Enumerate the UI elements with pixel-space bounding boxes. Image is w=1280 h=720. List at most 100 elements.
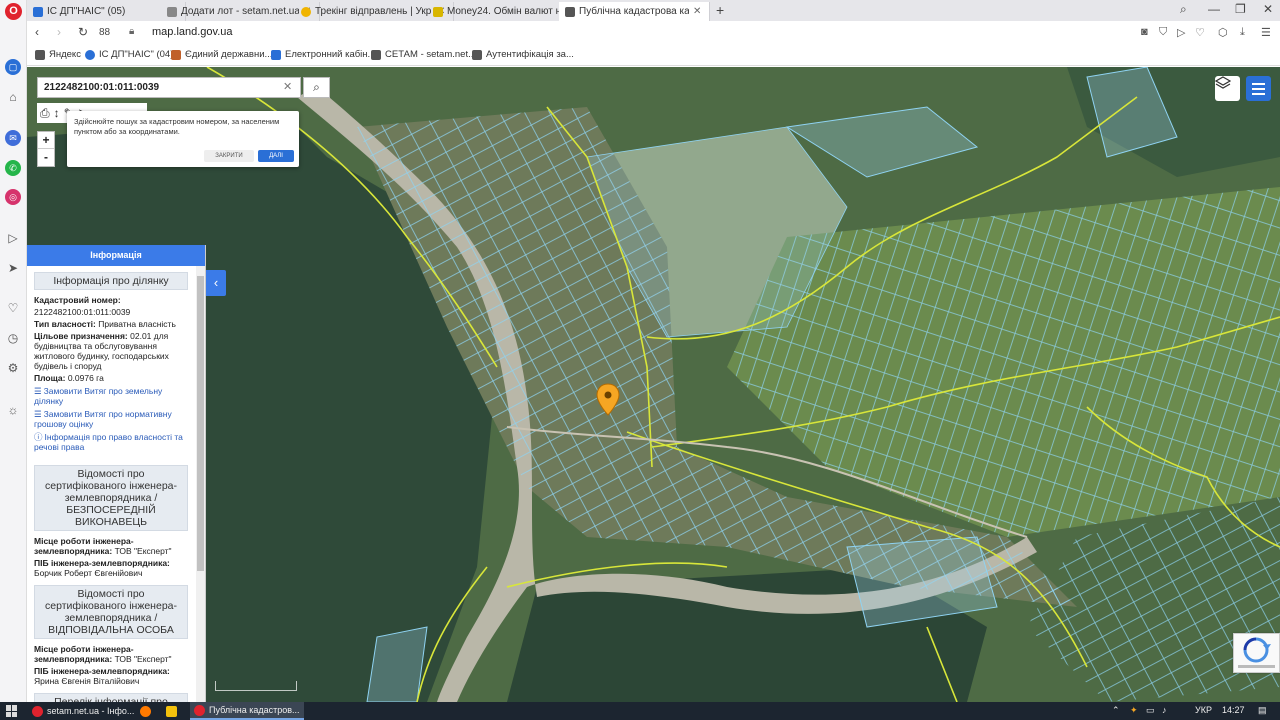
taskbar-label: setam.net.ua - Інфо...	[47, 706, 135, 716]
url-field[interactable]: map.land.gov.ua	[152, 26, 233, 38]
tab-favicon-icon	[33, 6, 43, 17]
bookmark-favicon-icon	[171, 49, 181, 60]
search-tabs-icon[interactable]: ⌕	[1180, 2, 1187, 17]
recaptcha-icon	[1238, 637, 1275, 668]
shield-icon[interactable]: ⛉	[1159, 26, 1167, 39]
order-extract-link[interactable]: ☰ Замовити Витяг про земельну ділянку	[34, 386, 188, 406]
new-tab-button[interactable]: +	[716, 2, 724, 18]
panel-scrollbar[interactable]	[196, 266, 205, 702]
browser-sidebar: O ▢ ⌂ ✉ ✆ ◎ ▷ ➤ ♡ ◷ ⚙ ☼	[0, 0, 27, 702]
scrollbar-thumb[interactable]	[197, 276, 204, 571]
bookmark-label: Аутентифікація за...	[486, 49, 574, 60]
ownership-info-link[interactable]: ⓘ Інформація про право власності та речов…	[34, 432, 188, 452]
heart-bookmark-icon[interactable]: ♡	[1195, 26, 1205, 39]
measure-icon[interactable]: ↕	[54, 106, 60, 120]
windows-start-icon[interactable]	[6, 705, 18, 717]
taskbar-item-cadastral-map[interactable]: Публічна кадастров...	[190, 702, 304, 720]
bookmark-label: ІС ДП"НАІС" (04)	[99, 49, 174, 60]
workspace-icon[interactable]: ▢	[5, 59, 21, 75]
firefox-icon	[140, 705, 151, 717]
taskbar: setam.net.ua - Інфо... Публічна кадастро…	[0, 702, 1280, 720]
taskbar-label: Публічна кадастров...	[209, 705, 300, 715]
restore-icon[interactable]: ❐	[1235, 2, 1246, 16]
layers-button[interactable]	[1215, 76, 1240, 101]
taskbar-item-firefox[interactable]	[136, 702, 155, 720]
clock[interactable]: 14:27	[1222, 705, 1245, 715]
tab-title: Money24. Обмін валют на	[447, 6, 565, 17]
send-icon[interactable]: ➤	[5, 260, 21, 276]
tooltip-next-button[interactable]: ДАЛІ	[258, 150, 294, 162]
print-icon[interactable]: ⎙	[40, 106, 50, 121]
tab-bar: ІС ДП"НАІС" (05) ✕ Додати лот - setam.ne…	[27, 0, 1280, 21]
area-field: Площа: 0.0976 га	[34, 373, 104, 383]
bookmark-item[interactable]: ІС ДП"НАІС" (04)	[85, 49, 173, 60]
lock-icon[interactable]: 🔒︎	[129, 26, 134, 37]
bookmark-item[interactable]: Електронний кабін...	[271, 49, 375, 60]
opera-logo-icon[interactable]: O	[5, 3, 22, 20]
heart-icon[interactable]: ♡	[5, 300, 21, 316]
address-bar: ‹ › ↻ 88 🔒︎ map.land.gov.ua ◙ ⛉ ▷ ♡ ⬡ ⤓ …	[27, 21, 1280, 44]
taskbar-item-setam[interactable]: setam.net.ua - Інфо...	[28, 702, 138, 720]
scale-bar	[215, 681, 297, 691]
tab-close-icon[interactable]: ✕	[693, 6, 703, 17]
engineer1-work-field: Місце роботи інженера-землевпорядника: Т…	[34, 536, 172, 556]
collapse-panel-button[interactable]: ‹	[206, 270, 226, 296]
panel-header: Інформація	[27, 245, 205, 266]
clear-search-icon[interactable]: ✕	[283, 80, 292, 93]
bookmark-label: Яндекс	[49, 49, 81, 60]
map-menu-button[interactable]	[1246, 76, 1271, 101]
tooltip-close-button[interactable]: ЗАКРИТИ	[204, 150, 254, 162]
zoom-in-button[interactable]: +	[38, 132, 54, 149]
reload-icon[interactable]: ↻	[78, 25, 88, 39]
tab-favicon-icon	[433, 6, 443, 17]
tray-network-icon[interactable]: ▭	[1146, 705, 1155, 716]
bookmark-item[interactable]: Єдиний державни...	[171, 49, 272, 60]
purpose-field: Цільове призначення: 02.01 для будівницт…	[34, 331, 169, 371]
language-indicator[interactable]: УКР	[1195, 705, 1212, 715]
cadastral-map[interactable]: 2122482100:01:011:0039 ✕ ⌕ ⎙ ↕ ✎ ➤ ▭ ▱ +…	[27, 67, 1280, 702]
settings-icon[interactable]: ⚙	[5, 360, 21, 376]
cadastral-number-label: Кадастровий номер:	[34, 295, 121, 305]
tray-app-icon[interactable]: ✦	[1130, 705, 1138, 716]
bookmark-item[interactable]: Яндекс	[35, 49, 81, 60]
tray-volume-icon[interactable]: ♪	[1162, 705, 1167, 715]
bookmark-favicon-icon	[472, 49, 482, 60]
minimize-icon[interactable]: —	[1208, 2, 1220, 16]
recaptcha-badge[interactable]	[1233, 633, 1280, 673]
zoom-control: + -	[37, 131, 55, 167]
bookmark-item[interactable]: Аутентифікація за...	[472, 49, 574, 60]
tray-chevron-icon[interactable]: ⌃	[1112, 705, 1120, 716]
cube-icon[interactable]: ⬡	[1218, 26, 1228, 39]
camera-icon[interactable]: ◙	[1141, 26, 1148, 38]
instagram-icon[interactable]: ◎	[5, 189, 21, 205]
order-valuation-link[interactable]: ☰ Замовити Витяг про нормативну грошову о…	[34, 409, 188, 429]
share-icon[interactable]: ▷	[1177, 26, 1185, 39]
notifications-icon[interactable]: ▤	[1258, 705, 1267, 716]
download-icon[interactable]: ⤓	[1240, 26, 1245, 39]
close-window-icon[interactable]: ✕	[1263, 2, 1273, 16]
player-icon[interactable]: ▷	[5, 230, 21, 246]
info-panel: Інформація Інформація про ділянку Кадаст…	[27, 245, 206, 702]
tab-5-active[interactable]: Публічна кадастрова карт ✕	[559, 2, 710, 21]
history-icon[interactable]: ◷	[5, 330, 21, 346]
menu-icon[interactable]: ☰	[1261, 26, 1271, 39]
zoom-out-button[interactable]: -	[38, 149, 54, 166]
forward-icon[interactable]: ›	[57, 25, 61, 39]
document-icon: ☰	[34, 409, 42, 419]
document-icon: ☰	[34, 386, 42, 396]
search-hint-tooltip: Здійснюйте пошук за кадастровим номером,…	[67, 111, 299, 167]
messenger-icon[interactable]: ✉	[5, 130, 21, 146]
whatsapp-icon[interactable]: ✆	[5, 160, 21, 176]
bookmark-folder-icon	[35, 49, 45, 60]
taskbar-item-app[interactable]	[162, 702, 181, 720]
lightbulb-icon[interactable]: ☼	[5, 402, 21, 418]
engineer2-name-field: ПІБ інженера-землевпорядника: Ярина Євге…	[34, 666, 170, 686]
cadastral-list-title: Перелік інформації про Державного кадаст…	[34, 693, 188, 702]
back-icon[interactable]: ‹	[35, 25, 39, 39]
search-button[interactable]: ⌕	[303, 77, 330, 98]
speed-dial-badge[interactable]: 88	[99, 27, 110, 38]
bookmark-item[interactable]: СЕТАМ - setam.net...	[371, 49, 476, 60]
home-icon[interactable]: ⌂	[5, 89, 21, 105]
parcel-info-title: Інформація про ділянку	[34, 272, 188, 290]
cadastral-search-input[interactable]: 2122482100:01:011:0039	[37, 77, 301, 98]
